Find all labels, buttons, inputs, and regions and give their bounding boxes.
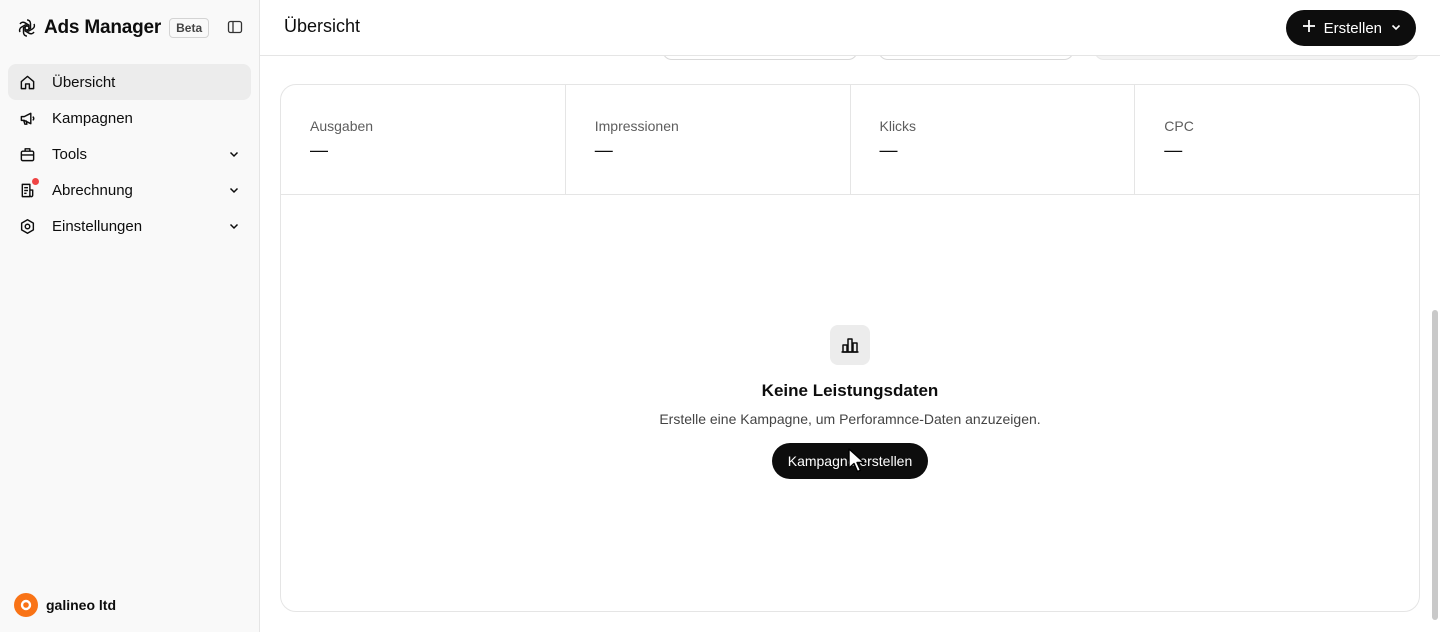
metric-label: Impressionen: [594, 118, 679, 134]
sidebar-item-einstellungen[interactable]: Einstellungen: [8, 208, 251, 244]
openai-logo-icon: [16, 17, 38, 39]
notification-dot: [32, 178, 39, 185]
metric-value: —: [594, 140, 613, 160]
plus-icon: [1302, 19, 1316, 37]
ads-manager-app: Ads Manager Beta Übersicht Kampagnen Too…: [0, 0, 1440, 632]
bar-chart-icon: [830, 325, 870, 365]
metric-klicks: Klicks —: [851, 85, 1136, 194]
gear-icon: [18, 217, 36, 235]
sidebar: Ads Manager Beta Übersicht Kampagnen Too…: [0, 0, 260, 632]
receipt-icon: [18, 178, 39, 199]
metrics-row: Ausgaben — Impressionen — Klicks — CPC —: [281, 85, 1419, 195]
app-title: Ads Manager: [44, 17, 162, 38]
page-scrollbar[interactable]: [1432, 310, 1438, 620]
home-icon: [18, 73, 36, 91]
create-campaign-button[interactable]: Kampagne erstellen: [771, 443, 929, 479]
empty-state: Keine Leistungsdaten Erstelle eine Kampa…: [281, 325, 1419, 479]
page-title: Übersicht: [284, 16, 361, 36]
chevron-down-icon: [227, 219, 241, 233]
account-avatar-icon: [14, 593, 38, 617]
metric-value: —: [1164, 140, 1183, 160]
metric-cpc: CPC —: [1135, 85, 1419, 194]
account-switcher[interactable]: galineo ltd: [14, 593, 116, 617]
chevron-down-icon: [1390, 20, 1402, 37]
sidebar-item-abrechnung[interactable]: Abrechnung: [8, 172, 251, 208]
metric-value: —: [879, 140, 898, 160]
sidebar-item-label: Einstellungen: [52, 217, 143, 235]
sidebar-item-uebersicht[interactable]: Übersicht: [8, 64, 251, 100]
beta-badge: Beta: [169, 18, 210, 38]
sidebar-item-label: Übersicht: [52, 73, 116, 91]
metric-impressionen: Impressionen —: [566, 85, 851, 194]
performance-panel: Ausgaben — Impressionen — Klicks — CPC —: [280, 84, 1420, 612]
metric-value: —: [310, 140, 328, 160]
metric-label: CPC: [1164, 118, 1194, 134]
metric-label: Klicks: [879, 118, 917, 134]
empty-state-title: Keine Leistungsdaten: [761, 381, 939, 400]
create-button-label: Erstellen: [1323, 19, 1382, 37]
sidebar-item-kampagnen[interactable]: Kampagnen: [8, 100, 251, 136]
sidebar-item-label: Tools: [52, 145, 88, 163]
empty-state-description: Erstelle eine Kampagne, um Perforamnce-D…: [659, 411, 1041, 427]
metric-ausgaben: Ausgaben —: [281, 85, 566, 194]
sidebar-item-label: Abrechnung: [52, 181, 133, 199]
brand: Ads Manager Beta: [16, 16, 210, 40]
top-header: Übersicht Erstellen: [260, 0, 1440, 56]
sidebar-toggle-icon[interactable]: [226, 18, 244, 36]
toolbox-icon: [18, 145, 36, 163]
chevron-down-icon: [227, 183, 241, 197]
chevron-down-icon: [227, 147, 241, 161]
sidebar-item-tools[interactable]: Tools: [8, 136, 251, 172]
sidebar-item-label: Kampagnen: [52, 109, 133, 127]
create-button[interactable]: Erstellen: [1285, 10, 1416, 46]
metric-label: Ausgaben: [310, 118, 374, 134]
megaphone-icon: [18, 109, 36, 127]
sidebar-nav: Übersicht Kampagnen Tools Abrechnung Ein…: [8, 64, 251, 244]
account-name: galineo ltd: [46, 597, 116, 613]
